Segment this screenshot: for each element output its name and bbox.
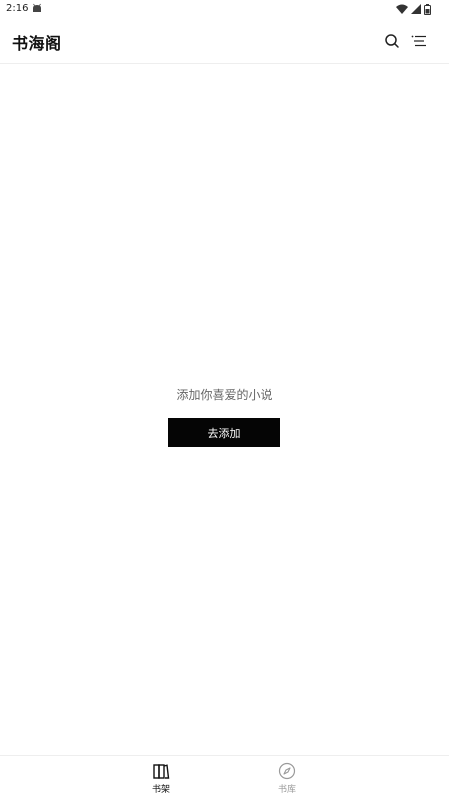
add-books-button[interactable]: 去添加 xyxy=(168,418,280,447)
bottom-nav: 书架 书库 xyxy=(0,755,449,798)
nav-item-bookshelf[interactable]: 书架 xyxy=(141,761,181,797)
empty-state-message: 添加你喜爱的小说 xyxy=(176,388,273,402)
nav-label-bookshelf: 书架 xyxy=(151,785,170,795)
nav-label-library: 书库 xyxy=(277,785,296,795)
android-notification-icon xyxy=(33,3,41,12)
status-bar: 2:16 xyxy=(0,0,449,20)
menu-button[interactable] xyxy=(409,31,429,51)
app-title: 书海阁 xyxy=(12,34,62,53)
search-icon xyxy=(385,34,399,48)
search-button[interactable] xyxy=(382,31,402,51)
status-icons xyxy=(396,3,431,15)
nav-item-library[interactable]: 书库 xyxy=(267,761,307,797)
compass-icon xyxy=(278,762,296,780)
menu-list-icon xyxy=(411,35,426,47)
status-time: 2:16 xyxy=(6,3,29,14)
signal-icon xyxy=(411,4,421,14)
app-bar: 书海阁 xyxy=(0,20,449,64)
battery-icon xyxy=(424,3,431,15)
bookshelf-icon xyxy=(153,764,170,779)
wifi-icon xyxy=(396,4,408,14)
